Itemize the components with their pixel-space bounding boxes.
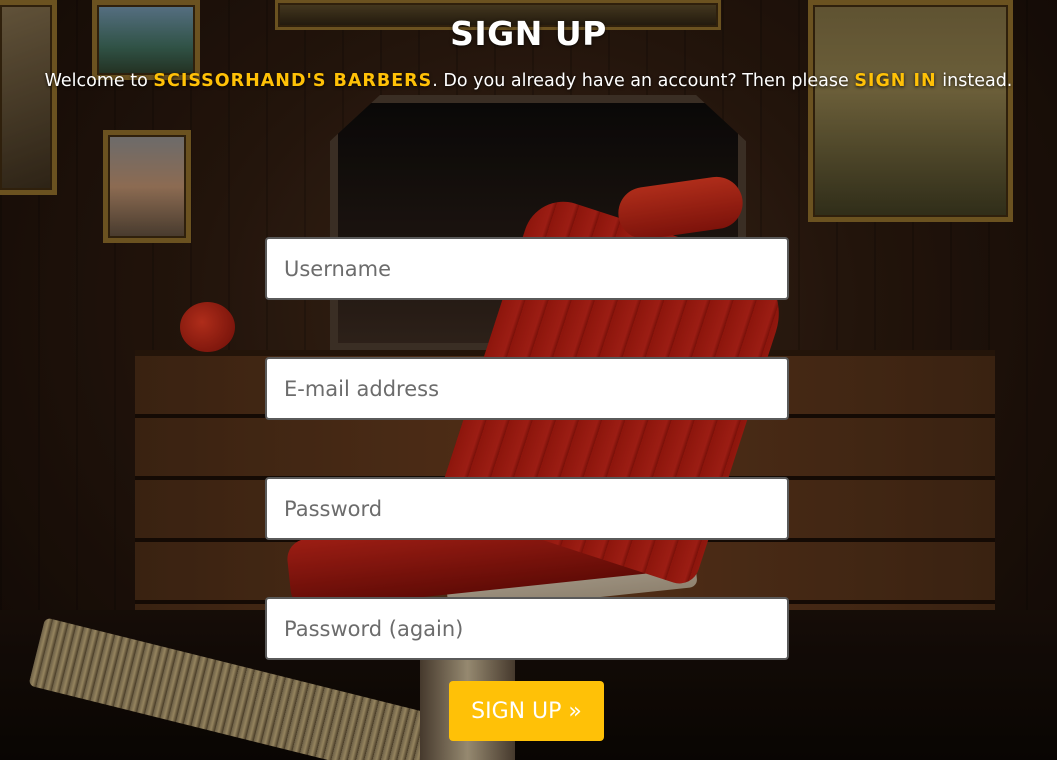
welcome-suffix: instead. [936, 71, 1013, 91]
sign-up-button[interactable]: SIGN UP » [449, 681, 604, 741]
signup-section: SIGN UP Welcome to SCISSORHAND'S BARBERS… [0, 0, 1057, 760]
welcome-text: Welcome to SCISSORHAND'S BARBERS. Do you… [0, 71, 1057, 91]
sign-in-link[interactable]: SIGN IN [854, 71, 936, 91]
password-again-input[interactable] [265, 597, 789, 660]
brand-name: SCISSORHAND'S BARBERS [153, 71, 433, 91]
welcome-prefix: Welcome to [44, 71, 154, 91]
email-input[interactable] [265, 357, 789, 420]
username-input[interactable] [265, 237, 789, 300]
page-title: SIGN UP [450, 14, 607, 53]
welcome-middle: . Do you already have an account? Then p… [432, 71, 855, 91]
password-input[interactable] [265, 477, 789, 540]
